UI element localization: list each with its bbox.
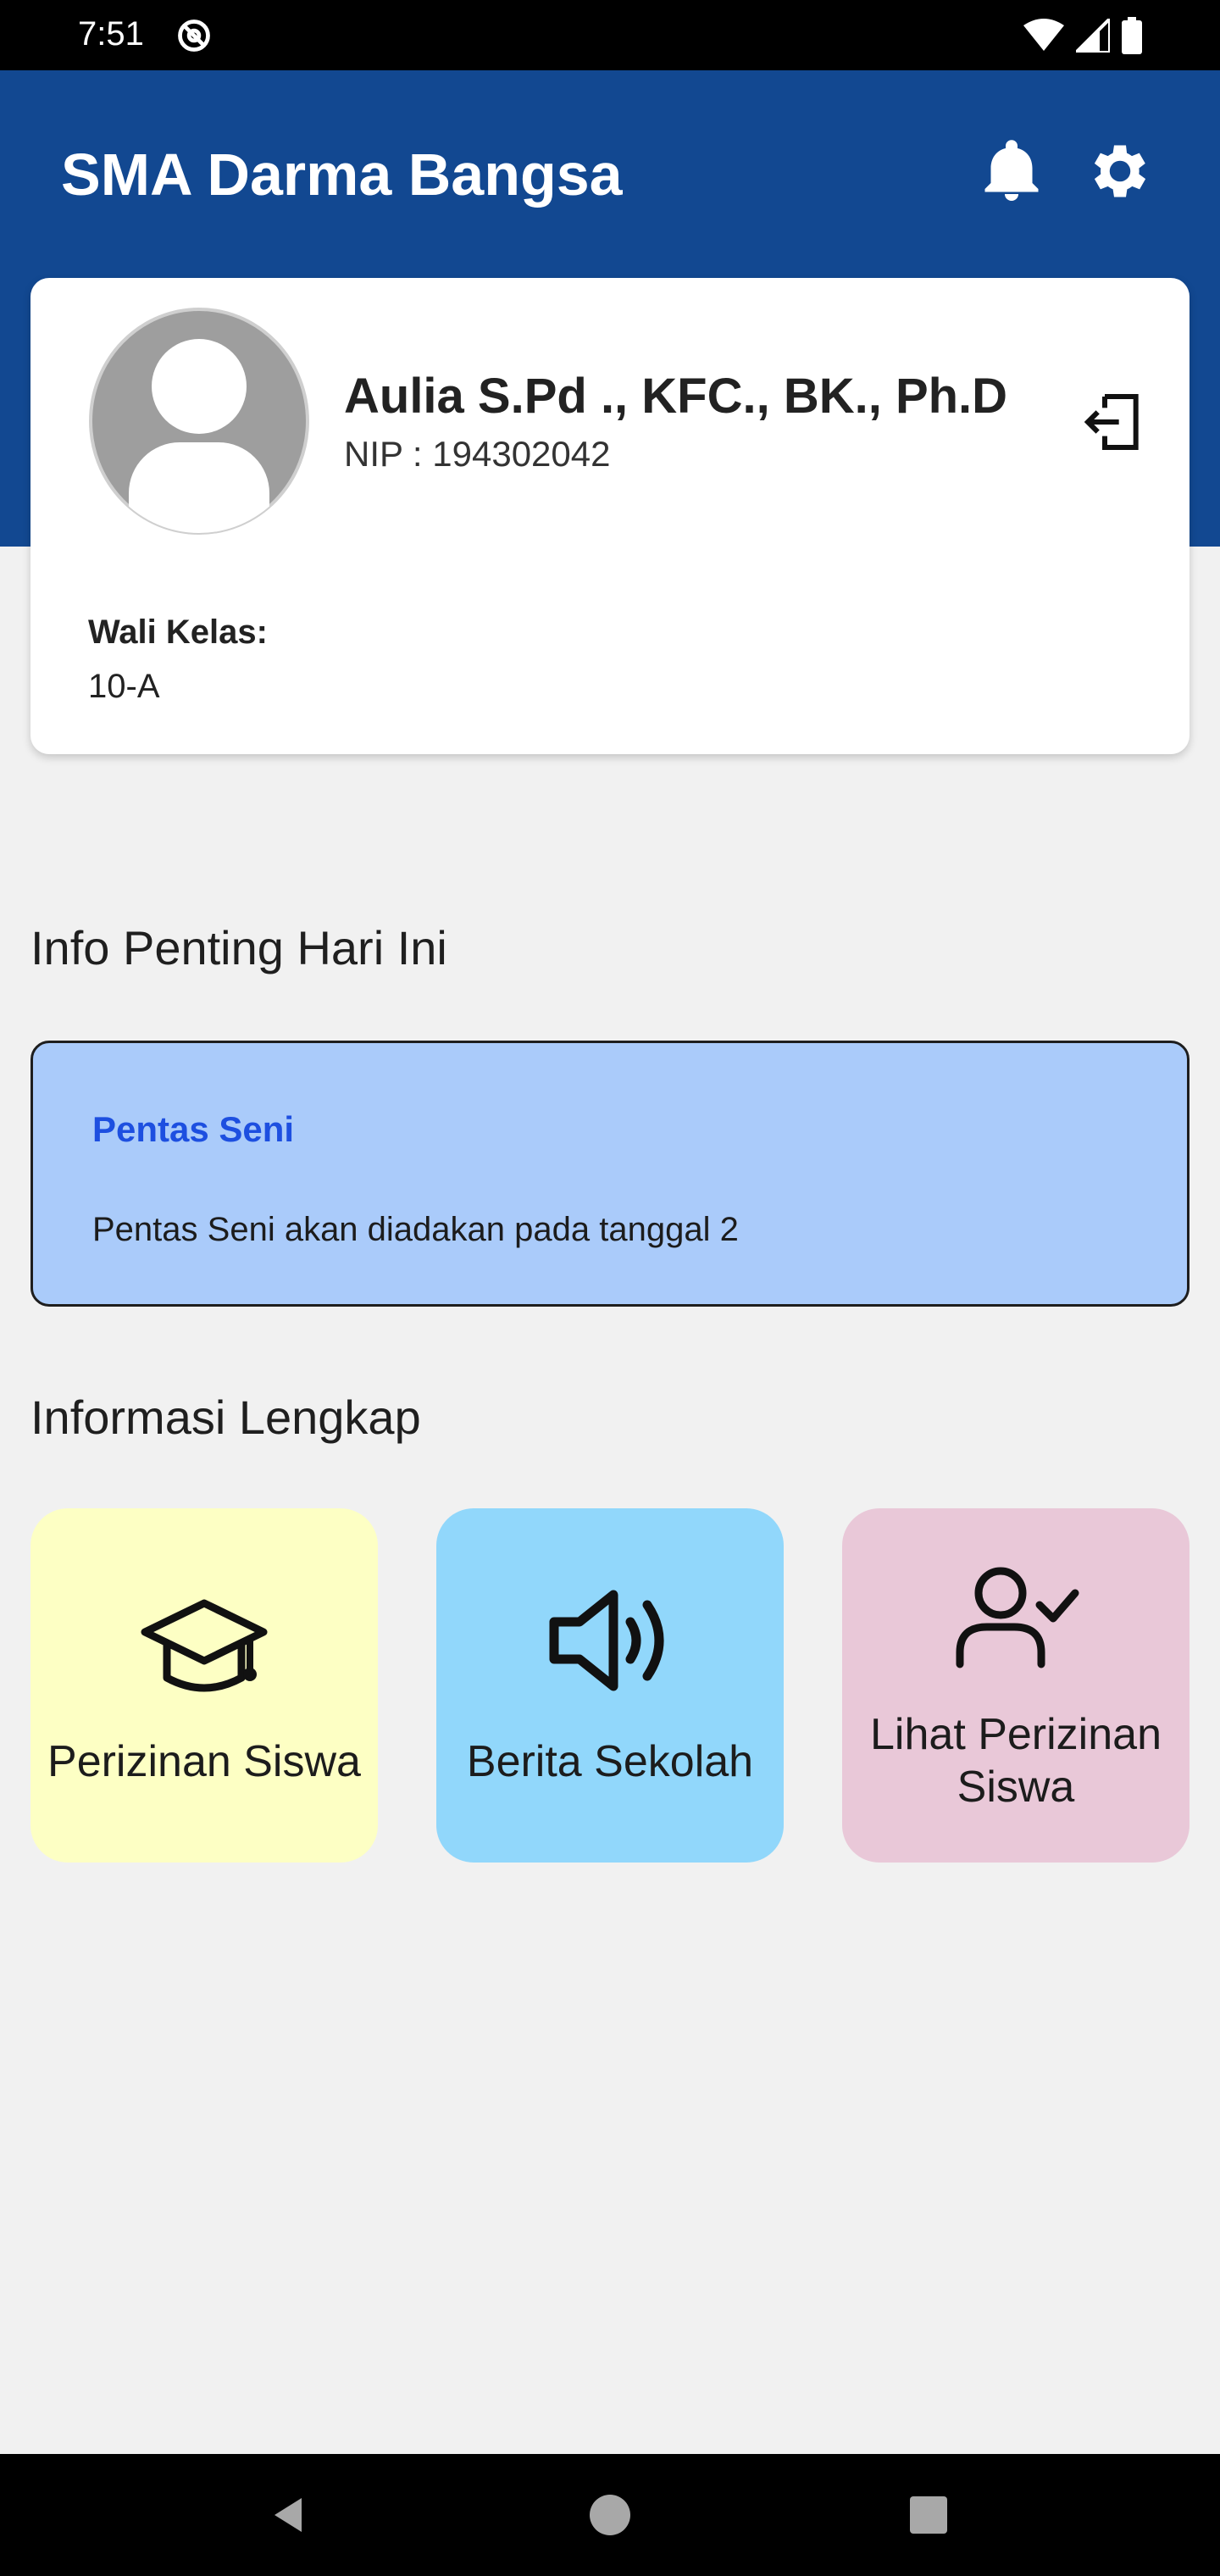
status-icons xyxy=(1023,17,1142,54)
info-card-body: Pentas Seni akan diadakan pada tanggal 2 xyxy=(92,1211,739,1248)
logout-icon[interactable] xyxy=(1079,388,1147,456)
speaker-icon xyxy=(549,1590,664,1691)
wali-kelas-value: 10-A xyxy=(88,668,160,705)
tile-berita-sekolah[interactable]: Berita Sekolah xyxy=(436,1508,784,1863)
avatar xyxy=(89,308,309,535)
status-time: 7:51 xyxy=(78,15,144,53)
tile-lihat-perizinan-siswa[interactable]: Lihat Perizinan Siswa xyxy=(842,1508,1190,1863)
battery-icon xyxy=(1122,17,1142,54)
bell-icon[interactable] xyxy=(976,136,1047,207)
profile-name: Aulia S.Pd ., KFC., BK., Ph.D xyxy=(344,369,1008,424)
tile-label: Berita Sekolah xyxy=(466,1737,754,1786)
informasi-lengkap-title: Informasi Lengkap xyxy=(30,1391,421,1444)
wifi-icon xyxy=(1023,19,1064,51)
user-check-icon xyxy=(956,1567,1079,1668)
home-icon[interactable] xyxy=(586,2491,634,2539)
recents-icon[interactable] xyxy=(905,2491,952,2539)
wali-kelas-label: Wali Kelas: xyxy=(88,613,268,651)
system-nav-bar xyxy=(0,2454,1220,2576)
tile-perizinan-siswa[interactable]: Perizinan Siswa xyxy=(30,1508,378,1863)
info-card[interactable]: Pentas Seni Pentas Seni akan diadakan pa… xyxy=(30,1041,1190,1307)
gear-icon[interactable] xyxy=(1084,136,1156,207)
back-icon[interactable] xyxy=(264,2491,312,2539)
app-title: SMA Darma Bangsa xyxy=(61,142,623,208)
info-penting-title: Info Penting Hari Ini xyxy=(30,921,447,974)
tile-label: Lihat Perizinan Siswa xyxy=(870,1710,1162,1812)
tile-label: Perizinan Siswa xyxy=(47,1737,361,1786)
graduation-cap-icon xyxy=(141,1599,268,1692)
at-sign-icon xyxy=(178,19,210,52)
info-card-title: Pentas Seni xyxy=(92,1109,295,1149)
profile-card: Aulia S.Pd ., KFC., BK., Ph.D NIP : 1943… xyxy=(30,278,1190,754)
profile-nip: NIP : 194302042 xyxy=(344,434,611,474)
signal-icon xyxy=(1076,19,1110,53)
status-bar: 7:51 xyxy=(0,0,1220,70)
